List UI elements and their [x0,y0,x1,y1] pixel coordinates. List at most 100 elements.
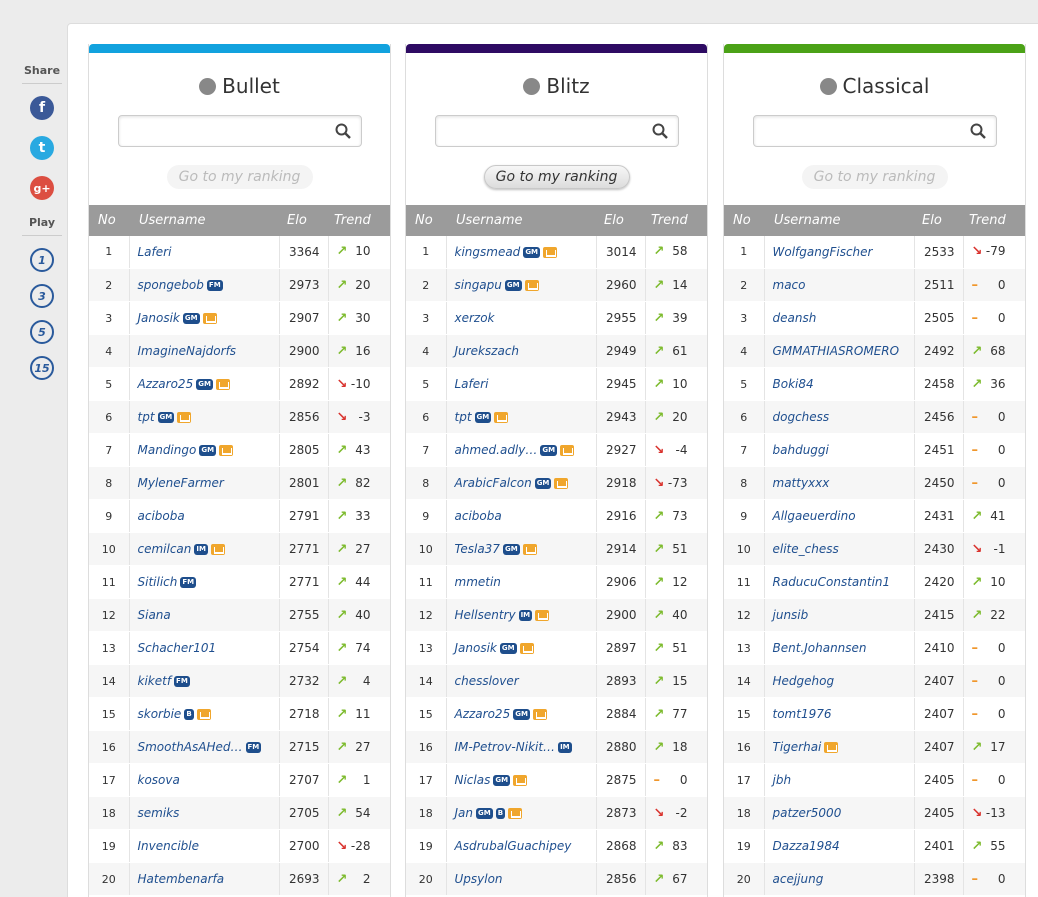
username-link[interactable]: Upsylon [455,872,503,886]
go-to-my-ranking-button[interactable]: Go to my ranking [483,164,630,189]
username-link[interactable]: ahmed.adly… [455,443,538,457]
username-link[interactable]: Janosik [455,641,497,655]
play-5-min-button[interactable]: 5 [30,320,54,344]
username-link[interactable]: jbh [773,773,792,787]
username-link[interactable]: skorbie [138,707,182,721]
username-link[interactable]: mattyxxx [773,476,830,490]
column-header-no[interactable]: No [406,204,446,236]
username-link[interactable]: semiks [138,806,180,820]
username-link[interactable]: Jan [455,806,474,820]
username-link[interactable]: Schacher101 [138,641,217,655]
username-link[interactable]: Invencible [138,839,200,853]
elo-rating: 2456 [914,400,964,434]
column-header-elo[interactable]: Elo [914,204,963,236]
title-badge: FM [206,280,223,291]
username-link[interactable]: WolfgangFischer [773,245,873,259]
username-link[interactable]: mmetin [455,575,501,589]
column-header-elo[interactable]: Elo [279,204,328,236]
username-link[interactable]: Janosik [138,311,180,325]
dash-icon: – [971,442,979,458]
username-link[interactable]: MyleneFarmer [138,476,224,490]
username-link[interactable]: aciboba [138,509,185,523]
username-link[interactable]: junsib [773,608,809,622]
column-header-username[interactable]: Username [764,204,914,236]
username-link[interactable]: bahduggi [773,443,829,457]
username-link[interactable]: spongebob [138,278,204,292]
username-link[interactable]: tpt [138,410,155,424]
username-link[interactable]: dogchess [773,410,830,424]
username-link[interactable]: RaducuConstantin1 [773,575,891,589]
go-to-my-ranking-button[interactable]: Go to my ranking [801,164,948,189]
username-link[interactable]: Hedgehog [773,674,835,688]
username-link[interactable]: Bent.Johannsen [773,641,867,655]
go-to-my-ranking-button[interactable]: Go to my ranking [166,164,313,189]
search-icon[interactable] [652,123,668,139]
username-link[interactable]: ArabicFalcon [455,476,532,490]
username-link[interactable]: Sitilich [138,575,178,589]
play-15-min-button[interactable]: 15 [30,356,54,380]
username-link[interactable]: Tigerhai [773,740,822,754]
username-link[interactable]: singapu [455,278,502,292]
play-3-min-button[interactable]: 3 [30,284,54,308]
facebook-icon[interactable]: f [30,96,54,120]
username-cell: Dazza1984 [764,829,915,863]
search-icon[interactable] [970,123,986,139]
google-plus-icon[interactable]: g+ [30,176,54,200]
username-link[interactable]: Allgaeuerdino [773,509,856,523]
username-link[interactable]: ImagineNajdorfs [138,344,237,358]
username-link[interactable]: kosova [138,773,180,787]
username-link[interactable]: Mandingo [138,443,197,457]
elo-rating: 2771 [279,565,329,599]
username-link[interactable]: tomt1976 [773,707,832,721]
username-link[interactable]: elite_chess [773,542,839,556]
username-link[interactable]: tpt [455,410,472,424]
column-header-username[interactable]: Username [446,204,596,236]
username-link[interactable]: xerzok [455,311,495,325]
username-link[interactable]: kingsmead [455,245,521,259]
username-link[interactable]: Boki84 [773,377,814,391]
play-1-min-button[interactable]: 1 [30,248,54,272]
username-link[interactable]: Laferi [138,245,172,259]
username-link[interactable]: Azzaro25 [455,707,511,721]
username-link[interactable]: patzer5000 [773,806,842,820]
username-link[interactable]: Siana [138,608,171,622]
search-input[interactable] [434,114,679,147]
column-header-trend[interactable]: Trend [963,204,1025,236]
search-input[interactable] [752,114,997,147]
column-header-trend[interactable]: Trend [645,204,707,236]
username-link[interactable]: Laferi [455,377,489,391]
username-link[interactable]: Jurekszach [455,344,520,358]
username-link[interactable]: acejjung [773,872,824,886]
username-link[interactable]: Tesla37 [455,542,500,556]
username-link[interactable]: AsdrubalGuachipey [455,839,572,853]
column-header-no[interactable]: No [724,204,764,236]
username-link[interactable]: Hatembenarfa [138,872,225,886]
table-row: 2 singapu GM 2960 ↗ 14 [406,268,707,302]
column-header-elo[interactable]: Elo [596,204,645,236]
twitter-icon[interactable]: t [30,136,54,160]
column-header-no[interactable]: No [89,204,129,236]
crown-icon [508,808,523,819]
username-link[interactable]: Azzaro25 [138,377,194,391]
username-link[interactable]: chesslover [455,674,519,688]
ranking-table: No Username Elo Trend 1 WolfgangFischer 2533 ↘ -… [724,204,1025,896]
username-link[interactable]: aciboba [455,509,502,523]
column-header-username[interactable]: Username [129,204,279,236]
username-link[interactable]: deansh [773,311,817,325]
username-link[interactable]: GMMATHIASROMERO [773,344,900,358]
search-input[interactable] [117,114,362,147]
trend-value: 0 [997,871,1006,886]
username-link[interactable]: Hellsentry [455,608,516,622]
search-icon[interactable] [335,123,351,139]
rank-number: 15 [89,697,130,731]
username-link[interactable]: cemilcan [138,542,192,556]
username-link[interactable]: maco [773,278,806,292]
username-link[interactable]: Dazza1984 [773,839,840,853]
elo-rating: 2897 [596,631,646,665]
username-link[interactable]: SmoothAsAHed… [138,740,243,754]
column-header-trend[interactable]: Trend [328,204,390,236]
username-link[interactable]: IM-Petrov-Nikit… [455,740,556,754]
username-link[interactable]: Niclas [455,773,491,787]
rank-number: 2 [89,268,130,302]
username-link[interactable]: kiketf [138,674,172,688]
